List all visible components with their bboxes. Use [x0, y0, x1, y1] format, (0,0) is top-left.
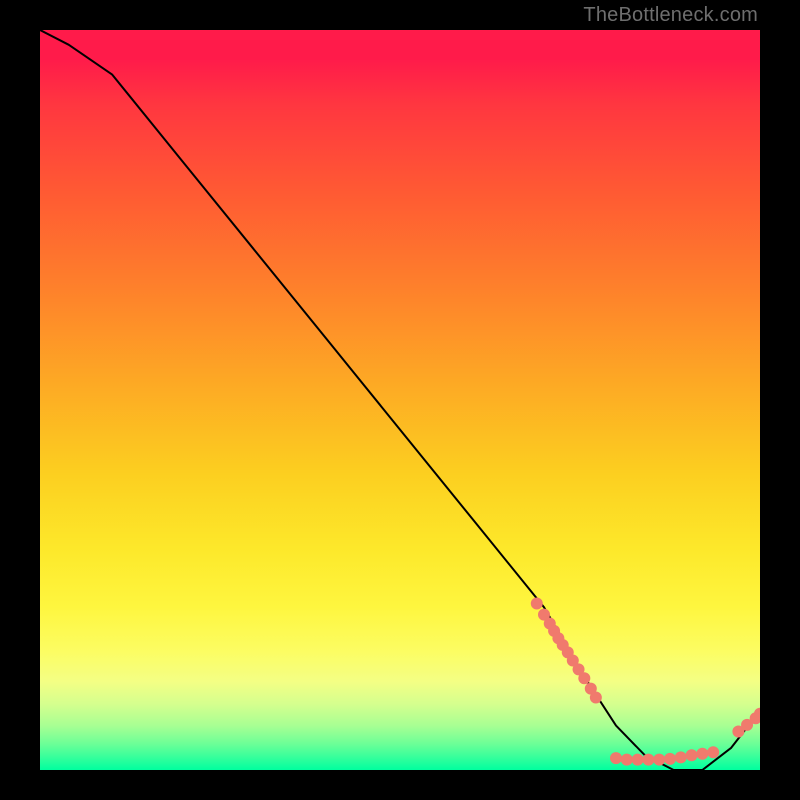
chart-point	[642, 754, 654, 766]
chart-plot-area	[40, 30, 760, 770]
chart-point	[590, 691, 602, 703]
chart-point	[686, 749, 698, 761]
chart-svg-layer	[40, 30, 760, 770]
chart-point	[707, 746, 719, 758]
chart-point	[621, 754, 633, 766]
chart-point	[578, 672, 590, 684]
chart-point	[664, 753, 676, 765]
chart-point	[632, 754, 644, 766]
attribution-text: TheBottleneck.com	[583, 4, 758, 27]
chart-point	[610, 752, 622, 764]
chart-point	[696, 748, 708, 760]
chart-stage: TheBottleneck.com	[0, 0, 800, 800]
chart-point	[531, 598, 543, 610]
chart-point	[653, 754, 665, 766]
chart-line-curve	[40, 30, 760, 770]
chart-point	[675, 751, 687, 763]
